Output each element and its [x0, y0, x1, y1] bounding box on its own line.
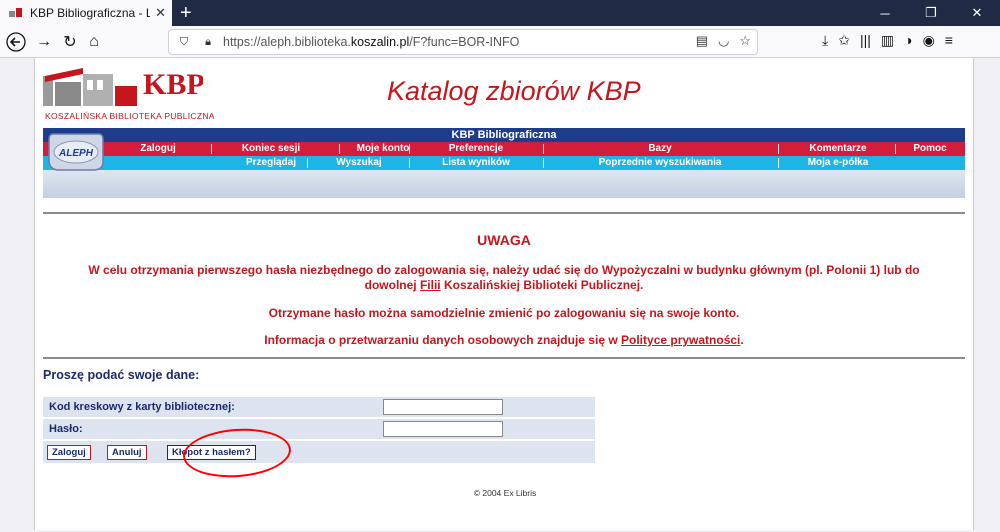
catalog-title: Katalog zbiorów KBP	[387, 76, 641, 106]
menu-footer-band	[43, 170, 965, 198]
menu-row-primary: Zaloguj Koniec sesji Moje konto Preferen…	[43, 142, 965, 156]
window-controls: ─ ❐ ✕	[862, 0, 1000, 26]
aleph-logo: ALEPH	[47, 130, 105, 172]
menu-item-koniec-sesji[interactable]: Koniec sesji	[211, 142, 331, 156]
password-input[interactable]	[383, 421, 503, 437]
divider-top	[43, 212, 965, 214]
url-bar[interactable]: ⛉ 🔒︎ https://aleph.biblioteka.koszalin.p…	[168, 29, 758, 55]
barcode-input[interactable]	[383, 399, 503, 415]
favicon-icon	[8, 5, 24, 21]
notice-paragraph-1: W celu otrzymania pierwszego hasła niezb…	[88, 263, 920, 292]
menu-title: KBP Bibliograficzna	[43, 128, 965, 142]
menu-item-poprzednie-wyszukiwania[interactable]: Poprzednie wyszukiwania	[543, 156, 777, 170]
close-tab-icon[interactable]: ✕	[155, 5, 166, 21]
menu-row-secondary: Przeglądaj Wyszukaj Lista wyników Poprze…	[43, 156, 965, 170]
form-heading: Proszę podać swoje dane:	[43, 368, 200, 382]
restore-icon[interactable]: ❐	[908, 0, 954, 26]
close-window-icon[interactable]: ✕	[954, 0, 1000, 26]
menu-icon[interactable]: ≡	[945, 32, 953, 49]
menu-item-moja-e-polka[interactable]: Moja e-półka	[778, 156, 898, 170]
divider-middle	[43, 357, 965, 359]
home-icon[interactable]: ⌂	[82, 30, 106, 54]
barcode-label: Kod kreskowy z karty bibliotecznej:	[49, 401, 235, 413]
download-icon[interactable]: ⤓	[822, 32, 828, 49]
reader-view-icon[interactable]: ▤	[696, 33, 708, 49]
url-actions: ▤ ◡ ☆	[696, 33, 751, 49]
menu-item-lista-wynikow[interactable]: Lista wyników	[409, 156, 543, 170]
cancel-button[interactable]: Anuluj	[107, 445, 147, 460]
minimize-icon[interactable]: ─	[862, 0, 908, 26]
url-text: https://aleph.biblioteka.koszalin.pl/F?f…	[223, 35, 520, 49]
bookmark-star-icon[interactable]: ☆	[739, 33, 751, 49]
browser-tab[interactable]: KBP Bibliograficzna - Logowanie ✕	[0, 0, 172, 26]
logo-text: KBP	[143, 68, 203, 101]
logo-caption: KOSZALIŃSKA BIBLIOTEKA PUBLICZNA	[45, 111, 215, 121]
tab-title: KBP Bibliograficzna - Logowanie	[30, 6, 150, 20]
browser-tab-bar: KBP Bibliograficzna - Logowanie ✕ + ─ ❐ …	[0, 0, 1000, 26]
pocket-icon[interactable]: ◡	[718, 33, 729, 49]
menu-item-preferencje[interactable]: Preferencje	[409, 142, 543, 156]
notice-paragraph-3: Informacja o przetwarzaniu danych osobow…	[264, 333, 744, 347]
shield-icon[interactable]: ⛉	[175, 36, 193, 49]
reload-icon[interactable]: ↻	[58, 30, 82, 54]
library-icon[interactable]: |||	[860, 32, 871, 49]
sidebar-icon[interactable]: ▥	[881, 32, 894, 49]
new-tab-icon[interactable]: +	[180, 2, 192, 24]
form-buttons: Zaloguj Anuluj Kłopot z hasłem?	[43, 441, 595, 463]
toolbar-icons: ⤓ ✩ ||| ▥ ◑ ◉ ≡	[822, 32, 953, 49]
notice-paragraph-2: Otrzymane hasło można samodzielnie zmien…	[268, 306, 740, 320]
filii-link[interactable]: Filii	[420, 278, 441, 292]
menu-item-komentarze[interactable]: Komentarze	[778, 142, 898, 156]
bookmarks-icon[interactable]: ✩	[838, 32, 850, 49]
back-icon[interactable]	[4, 30, 28, 54]
main-menu: KBP Bibliograficzna Zaloguj Koniec sesji…	[43, 128, 965, 198]
menu-item-zaloguj[interactable]: Zaloguj	[118, 142, 198, 156]
barcode-row: Kod kreskowy z karty bibliotecznej:	[43, 397, 595, 419]
notice-heading: UWAGA	[477, 232, 531, 248]
login-form: Kod kreskowy z karty bibliotecznej: Hasł…	[43, 397, 595, 463]
forward-icon[interactable]: →	[32, 30, 56, 54]
menu-item-bazy[interactable]: Bazy	[543, 142, 777, 156]
privacy-policy-link[interactable]: Polityce prywatności	[621, 333, 740, 347]
password-row: Hasło:	[43, 419, 595, 441]
aleph-label: ALEPH	[58, 148, 94, 159]
menu-item-wyszukaj[interactable]: Wyszukaj	[307, 156, 411, 170]
password-label: Hasło:	[49, 423, 83, 435]
menu-item-pomoc[interactable]: Pomoc	[895, 142, 965, 156]
lock-icon[interactable]: 🔒︎	[199, 36, 217, 49]
extension-icon[interactable]: ◑	[904, 32, 912, 49]
login-button[interactable]: Zaloguj	[47, 445, 91, 460]
browser-nav-bar: → ↻ ⌂ ⛉ 🔒︎ https://aleph.biblioteka.kosz…	[0, 26, 1000, 58]
account-icon[interactable]: ◉	[923, 32, 935, 49]
footer-copyright: © 2004 Ex Libris	[473, 488, 537, 498]
page: KBP KOSZALIŃSKA BIBLIOTEKA PUBLICZNA Kat…	[34, 58, 974, 530]
